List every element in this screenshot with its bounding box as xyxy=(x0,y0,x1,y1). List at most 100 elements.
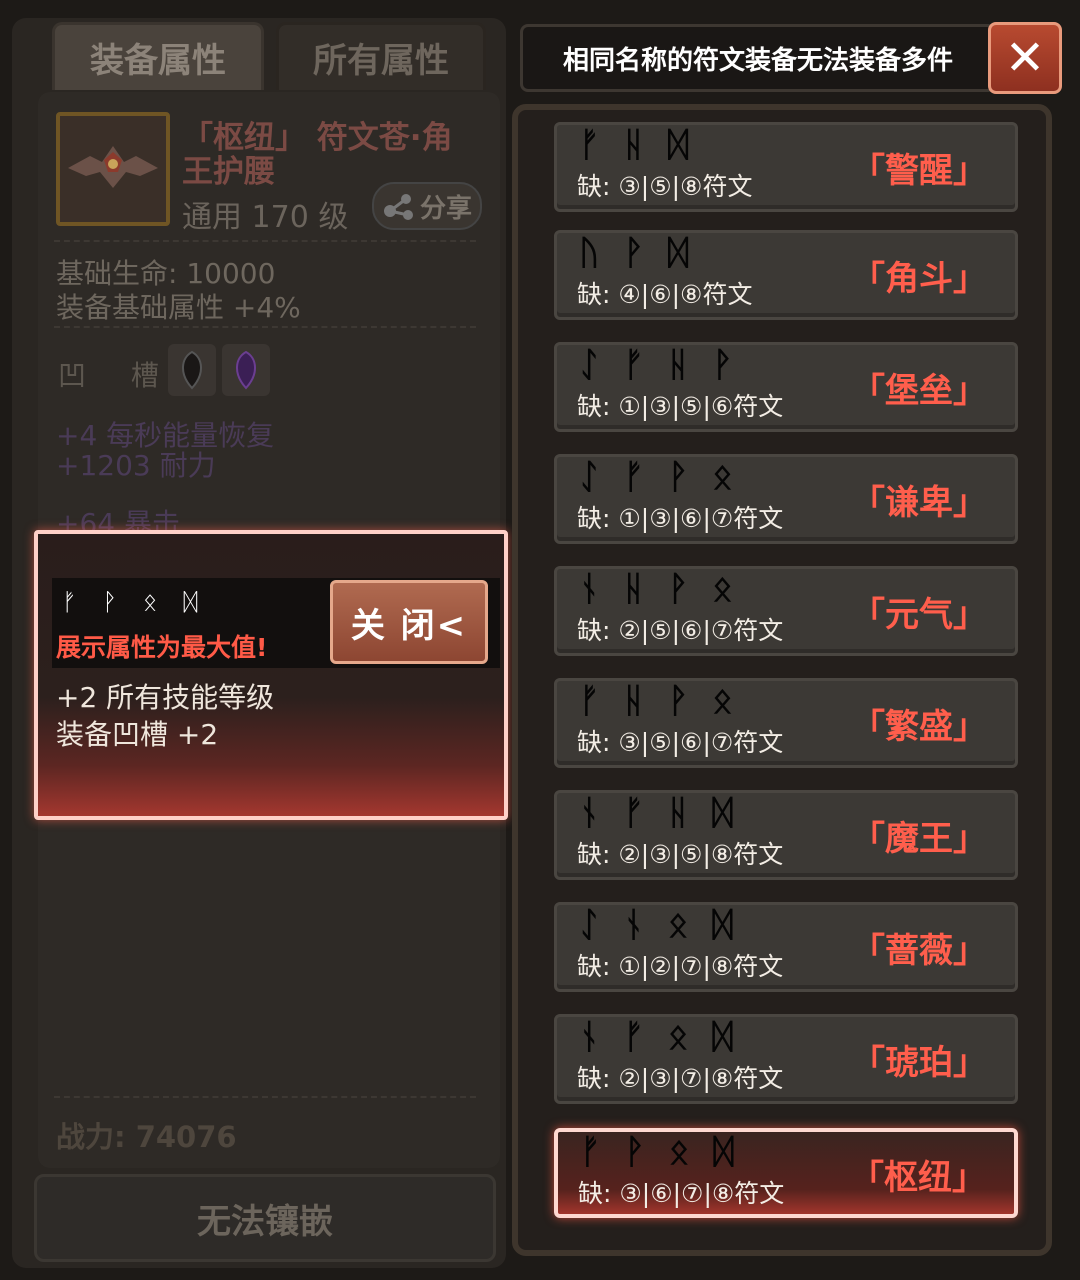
rune-icons: ᛇᚾᛟᛞ xyxy=(579,905,733,945)
rune-icon: ᚺ xyxy=(623,681,644,721)
rune-icon: ᚠ xyxy=(623,345,644,385)
missing-runes-text: 缺: ④|⑥|⑧符文 xyxy=(577,280,753,309)
share-label: 分享 xyxy=(419,193,472,224)
rune-icon: ᛞ xyxy=(712,905,733,945)
rune-icon: ᚠ xyxy=(623,457,644,497)
rune-icons: ᚢᚹᛞ xyxy=(579,233,688,273)
set-name: 「魔王」 xyxy=(851,819,987,859)
rune-icons: ᚾᚠᚺᛞ xyxy=(579,793,733,833)
rune-icon: ᚺ xyxy=(667,345,689,385)
rune-set-card[interactable]: ᚾ ᚠ ᚺ ᛞ 缺: ②|③|⑤|⑧符文 「魔王」 xyxy=(554,790,1018,880)
missing-runes-text: 缺: ②|③|⑦|⑧符文 xyxy=(577,1064,784,1093)
rune-icon: ᚠ xyxy=(579,125,600,165)
rune-set-card[interactable]: ᛇ ᚠ ᚹ ᛟ 缺: ①|③|⑥|⑦符文 「谦卑」 xyxy=(554,454,1018,544)
set-name: 「琥珀」 xyxy=(851,1043,987,1083)
divider xyxy=(54,240,476,242)
missing-runes-text: 缺: ③|⑤|⑥|⑦符文 xyxy=(577,728,784,757)
missing-runes-text: 缺: ②|③|⑤|⑧符文 xyxy=(577,840,784,869)
rune-icon: ᛞ xyxy=(667,125,689,165)
dark-gem-icon xyxy=(182,350,202,390)
rune-icon: ᛟ xyxy=(142,588,158,616)
socket-slot-1[interactable] xyxy=(168,344,216,396)
rune-icon: ᛞ xyxy=(713,1132,734,1172)
rune-icon: ᚾ xyxy=(579,569,600,609)
set-name: 「元气」 xyxy=(851,595,987,635)
rune-set-list[interactable]: ᚠ ᚺ ᛞ 缺: ③|⑤|⑧符文 「警醒」 ᚢ ᚹ ᛞ 缺: ④|⑥|⑧符文 「角斗」 ᛇ ᚠ ᚺ ᚹ 缺:… xyxy=(512,104,1052,1256)
rune-icon: ᚾ xyxy=(579,1017,600,1057)
set-name: 「蔷薇」 xyxy=(851,931,987,971)
rune-set-card[interactable]: ᚾ ᚺ ᚹ ᛟ 缺: ②|⑤|⑥|⑦符文 「元气」 xyxy=(554,566,1018,656)
rune-icon: ᚹ xyxy=(667,569,689,609)
tab-all-attributes[interactable]: 所有属性 xyxy=(276,22,486,90)
warning-message: 相同名称的符文装备无法装备多件 xyxy=(520,24,996,92)
rune-icons: ᛇᚠᚹᛟ xyxy=(579,457,733,497)
divider xyxy=(54,326,476,328)
tab-equip-attributes[interactable]: 装备属性 xyxy=(52,22,264,90)
rune-icon: ᛟ xyxy=(712,457,733,497)
rune-icon: ᚹ xyxy=(624,1132,645,1172)
purple-gem-icon xyxy=(236,350,256,390)
rune-icon: ᛇ xyxy=(579,905,600,945)
close-icon: ✕ xyxy=(1004,30,1046,86)
rune-icons: ᚠᚺᛞ xyxy=(579,125,688,165)
rune-set-card[interactable]: ᚠ ᚹ ᛟ ᛞ 缺: ③|⑥|⑦|⑧符文 「枢纽」 xyxy=(554,1128,1018,1218)
rune-icon: ᛞ xyxy=(183,588,198,616)
max-value-note: 展示属性为最大值! xyxy=(56,633,268,662)
rune-icon: ᚹ xyxy=(623,233,644,273)
base-attr-stat: 装备基础属性 +4% xyxy=(56,291,301,324)
rune-icon: ᛞ xyxy=(667,233,689,273)
combat-power: 战力: 74076 xyxy=(56,1120,237,1154)
rune-icon: ᚺ xyxy=(667,793,689,833)
socket-slot-2[interactable] xyxy=(222,344,270,396)
rune-icon: ᛇ xyxy=(579,457,600,497)
set-name: 「警醒」 xyxy=(851,151,987,191)
missing-runes-text: 缺: ①|②|⑦|⑧符文 xyxy=(577,952,784,981)
rune-icon: ᛟ xyxy=(712,569,733,609)
rune-icon: ᛇ xyxy=(579,345,600,385)
popup-bonus-line-2: 装备凹槽 +2 xyxy=(56,718,219,751)
rune-icon: ᛟ xyxy=(667,1017,689,1057)
popup-bonus-line-1: +2 所有技能等级 xyxy=(56,681,275,714)
rune-icons: ᚾᚠᛟᛞ xyxy=(579,1017,733,1057)
rune-icon: ᚹ xyxy=(102,588,117,616)
close-button[interactable]: ✕ xyxy=(988,22,1062,94)
item-name-continued: 王护腰 xyxy=(182,154,275,190)
rune-icon: ᚺ xyxy=(623,569,644,609)
rune-icon: ᚹ xyxy=(712,345,733,385)
rune-icon: ᛞ xyxy=(712,793,733,833)
rune-set-card[interactable]: ᚠ ᚺ ᛞ 缺: ③|⑤|⑧符文 「警醒」 xyxy=(554,122,1018,212)
item-icon[interactable] xyxy=(56,112,170,226)
set-name: 「枢纽」 xyxy=(850,1158,986,1198)
share-button[interactable]: 分享 xyxy=(372,182,482,230)
missing-runes-text: 缺: ③|⑥|⑦|⑧符文 xyxy=(578,1179,785,1208)
rune-icon: ᚠ xyxy=(579,681,600,721)
rune-icons: ᚠᚹᛟᛞ xyxy=(580,1132,734,1172)
popup-rune-list: ᚠ ᚹ ᛟ ᛞ xyxy=(62,588,198,616)
set-name: 「谦卑」 xyxy=(851,483,987,523)
rune-icon: ᛟ xyxy=(668,1132,690,1172)
rune-set-card[interactable]: ᛇ ᚾ ᛟ ᛞ 缺: ①|②|⑦|⑧符文 「蔷薇」 xyxy=(554,902,1018,992)
rune-set-card[interactable]: ᛇ ᚠ ᚺ ᚹ 缺: ①|③|⑤|⑥符文 「堡垒」 xyxy=(554,342,1018,432)
rune-icon: ᚠ xyxy=(580,1132,601,1172)
rune-icon: ᛟ xyxy=(667,905,689,945)
rune-icon: ᚾ xyxy=(623,905,644,945)
rune-icon: ᚠ xyxy=(623,1017,644,1057)
rune-set-card[interactable]: ᚠ ᚺ ᚹ ᛟ 缺: ③|⑤|⑥|⑦符文 「繁盛」 xyxy=(554,678,1018,768)
rune-icons: ᛇᚠᚺᚹ xyxy=(579,345,733,385)
rune-icon: ᚹ xyxy=(667,681,689,721)
set-name: 「角斗」 xyxy=(851,259,987,299)
rune-set-card[interactable]: ᚢ ᚹ ᛞ 缺: ④|⑥|⑧符文 「角斗」 xyxy=(554,230,1018,320)
rune-set-card[interactable]: ᚾ ᚠ ᛟ ᛞ 缺: ②|③|⑦|⑧符文 「琥珀」 xyxy=(554,1014,1018,1104)
inlay-button[interactable]: 无法镶嵌 xyxy=(34,1174,496,1262)
share-icon xyxy=(383,194,413,220)
rune-icon: ᚠ xyxy=(62,588,77,616)
item-level: 通用 170 级 xyxy=(182,200,349,235)
rune-icon: ᚹ xyxy=(667,457,689,497)
missing-runes-text: 缺: ①|③|⑤|⑥符文 xyxy=(577,392,784,421)
close-popup-button[interactable]: 关 闭< xyxy=(330,580,488,664)
rune-icon: ᚾ xyxy=(579,793,600,833)
rune-icons: ᚠᚺᚹᛟ xyxy=(579,681,733,721)
divider xyxy=(54,1096,476,1098)
rune-icon: ᚺ xyxy=(623,125,644,165)
missing-runes-text: 缺: ①|③|⑥|⑦符文 xyxy=(577,504,784,533)
